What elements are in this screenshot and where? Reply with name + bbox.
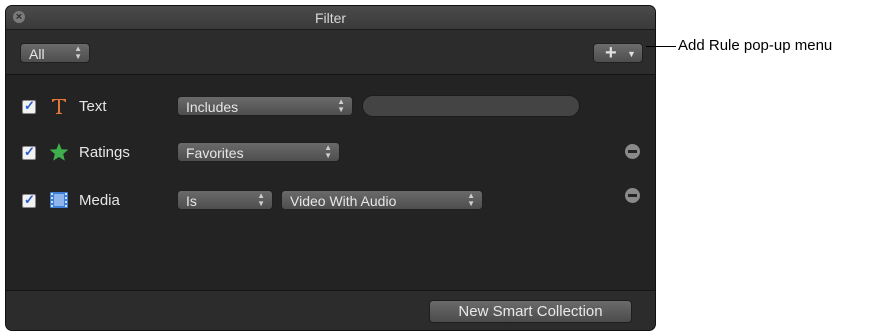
filter-window: × Filter All ▲▼ + ▼ ✓ Text Includes ▲▼	[6, 6, 655, 330]
rules-list: ✓ Text Includes ▲▼ ✓ Ratings Favorites	[6, 75, 655, 290]
rule-label: Media	[79, 192, 120, 209]
rule-enabled-checkbox[interactable]: ✓	[22, 98, 36, 114]
rule-label: Text	[79, 98, 107, 115]
footer-bar: New Smart Collection	[6, 290, 655, 330]
rule-operator-popup[interactable]: Favorites ▲ ▼	[177, 142, 340, 162]
plus-icon: +	[605, 42, 617, 64]
rule-operator-value: Favorites	[186, 145, 244, 161]
checkmark-icon: ✓	[24, 192, 35, 207]
rule-row-ratings: ✓ Ratings Favorites ▲ ▼	[6, 137, 655, 169]
filter-toolbar: All ▲ ▼ + ▼	[6, 30, 655, 75]
rule-row-text: ✓ Text Includes ▲ ▼	[6, 91, 655, 123]
add-rule-button[interactable]: + ▼	[593, 42, 643, 64]
rule-label: Ratings	[79, 144, 130, 161]
up-down-arrows-icon: ▲ ▼	[337, 97, 345, 114]
match-selector-value: All	[29, 46, 45, 62]
checkmark-icon: ✓	[24, 98, 35, 113]
rule-value-popup[interactable]: Video With Audio ▲ ▼	[281, 190, 483, 210]
rule-operator-value: Includes	[186, 99, 239, 115]
up-down-arrows-icon: ▲ ▼	[467, 191, 475, 208]
up-down-arrows-icon: ▲ ▼	[257, 191, 265, 208]
new-smart-collection-button[interactable]: New Smart Collection	[429, 300, 632, 323]
window-title: Filter	[314, 10, 347, 26]
rule-operator-popup[interactable]: Is ▲ ▼	[177, 190, 273, 210]
rule-row-media: ✓ Media Is ▲ ▼ Video With Audio ▲ ▼	[6, 185, 655, 217]
callout-label: Add Rule pop-up menu	[678, 37, 833, 54]
up-down-arrows-icon: ▲ ▼	[324, 143, 332, 160]
up-down-arrows-icon: ▲ ▼	[74, 44, 82, 61]
match-selector-popup[interactable]: All ▲ ▼	[20, 43, 90, 63]
rule-text-field[interactable]	[362, 95, 580, 117]
star-icon	[49, 143, 69, 161]
text-T-icon	[52, 99, 66, 114]
rule-operator-popup[interactable]: Includes ▲ ▼	[177, 96, 353, 116]
chevron-down-icon: ▼	[627, 49, 636, 59]
title-bar: × Filter	[6, 6, 655, 30]
callout-leader-line	[646, 46, 676, 47]
remove-rule-button[interactable]	[625, 144, 640, 159]
checkmark-icon: ✓	[24, 144, 35, 159]
rule-enabled-checkbox[interactable]: ✓	[22, 192, 36, 208]
rule-enabled-checkbox[interactable]: ✓	[22, 144, 36, 160]
remove-rule-button[interactable]	[625, 188, 640, 203]
film-strip-icon	[50, 192, 68, 208]
rule-value-text: Video With Audio	[290, 193, 397, 209]
rule-operator-value: Is	[186, 193, 197, 209]
